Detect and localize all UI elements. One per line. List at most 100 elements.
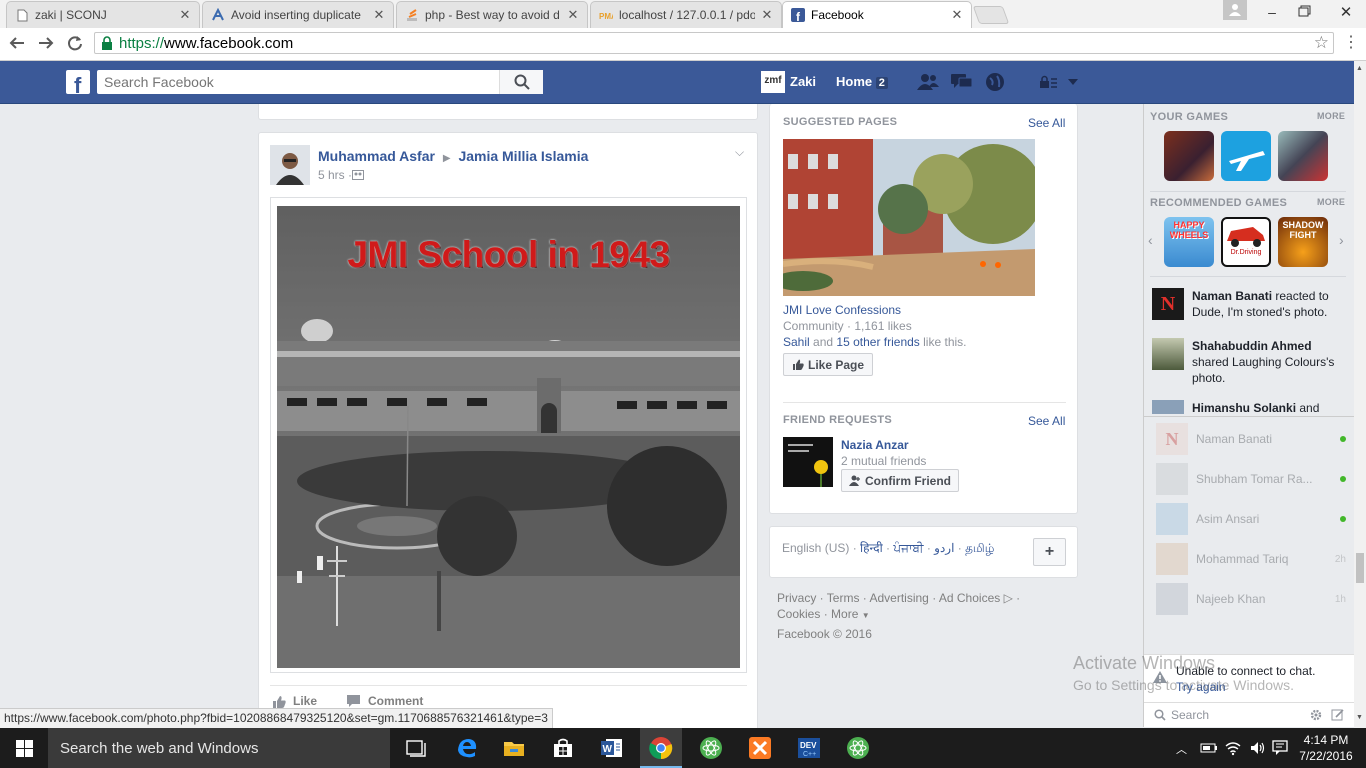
reload-icon[interactable] <box>66 34 84 52</box>
chrome-icon[interactable] <box>649 736 673 760</box>
minimize-icon[interactable]: – <box>1262 4 1282 20</box>
close-icon[interactable]: ✕ <box>951 7 963 23</box>
author-name[interactable]: Muhammad Asfar <box>318 148 435 164</box>
notifications-globe-icon[interactable] <box>985 72 1005 92</box>
chevron-right-icon[interactable]: › <box>1339 232 1344 248</box>
like-button[interactable]: Like <box>272 694 317 708</box>
forward-arrow-icon[interactable] <box>37 34 55 52</box>
comment-button[interactable]: Comment <box>347 694 423 708</box>
windows-start-icon[interactable] <box>16 740 33 757</box>
game-thumbnail-shadow-fight[interactable]: SHADOW FIGHT <box>1278 217 1328 267</box>
home-link[interactable]: Home 2 <box>836 74 888 89</box>
search-input[interactable] <box>97 71 497 93</box>
messages-icon[interactable] <box>950 72 974 92</box>
bookmark-star-icon[interactable]: ☆ <box>1314 33 1329 53</box>
menu-icon[interactable]: ⋮ <box>1343 34 1359 54</box>
post-options-chevron-icon[interactable]: ⌵ <box>735 145 744 160</box>
taskbar-clock[interactable]: 4:14 PM 7/22/2016 <box>1296 732 1356 764</box>
edge-icon[interactable] <box>455 736 479 760</box>
chevron-left-icon[interactable]: ‹ <box>1148 232 1153 248</box>
chat-contact[interactable]: Najeeb Khan 1h <box>1156 583 1346 615</box>
game-thumbnail-3[interactable] <box>1278 131 1328 181</box>
tab-avoid-inserting[interactable]: Avoid inserting duplicate ✕ <box>202 1 394 28</box>
gear-icon[interactable] <box>1309 708 1323 722</box>
like-page-button[interactable]: Like Page <box>783 353 873 376</box>
close-icon[interactable]: ✕ <box>179 7 191 23</box>
new-tab-button[interactable] <box>972 6 1010 24</box>
chat-contact[interactable]: Mohammad Tariq 2h <box>1156 543 1346 575</box>
battery-icon[interactable] <box>1200 742 1218 754</box>
post-time[interactable]: 5 hrs · <box>318 168 352 182</box>
language-hindi[interactable]: हिन्दी <box>860 541 883 555</box>
tab-phpmyadmin[interactable]: PMA localhost / 127.0.0.1 / pdo ✕ <box>590 1 782 28</box>
ticker-avatar-2[interactable] <box>1152 338 1184 370</box>
suggested-see-all[interactable]: See All <box>1028 116 1065 130</box>
chat-contact[interactable]: Asim Ansari <box>1156 503 1346 535</box>
footer-cookies[interactable]: Cookies <box>777 607 820 621</box>
friend-requests-icon[interactable] <box>916 72 940 92</box>
tab-facebook[interactable]: f Facebook ✕ <box>782 1 972 28</box>
language-urdu[interactable]: اردو <box>934 541 954 555</box>
file-explorer-icon[interactable] <box>502 736 526 760</box>
tab-php-best-way[interactable]: php - Best way to avoid d ✕ <box>396 1 588 28</box>
ticker-item-3[interactable]: Himanshu Solanki and <box>1192 400 1342 414</box>
chat-contact[interactable]: Shubham Tomar Ra... <box>1156 463 1346 495</box>
wifi-icon[interactable] <box>1224 740 1242 756</box>
suggested-page-photo[interactable] <box>783 139 1035 296</box>
chat-contact[interactable]: N Naman Banati <box>1156 423 1346 455</box>
ticker-item-1[interactable]: Naman Banati reacted to Dude, I'm stoned… <box>1192 288 1342 320</box>
tray-chevron-up-icon[interactable]: ︿ <box>1176 741 1187 757</box>
close-icon[interactable]: ✕ <box>373 7 385 23</box>
store-icon[interactable] <box>551 736 575 760</box>
author-avatar[interactable] <box>270 145 310 185</box>
tab-zaki-sconj[interactable]: zaki | SCONJ ✕ <box>6 1 200 28</box>
atom-icon-2[interactable] <box>846 736 870 760</box>
post-photo-frame[interactable]: JMI School in 1943 <box>270 197 747 673</box>
chat-search-input[interactable]: Search <box>1171 708 1209 722</box>
profile-link[interactable]: Zaki <box>790 74 816 89</box>
task-view-icon[interactable] <box>404 738 428 758</box>
avatar[interactable]: zmf <box>761 71 785 93</box>
footer-terms[interactable]: Terms <box>827 591 860 605</box>
close-icon[interactable]: ✕ <box>761 7 773 23</box>
back-arrow-icon[interactable] <box>8 34 26 52</box>
volume-icon[interactable] <box>1249 740 1267 756</box>
friend-link[interactable]: Sahil <box>783 335 810 349</box>
mutual-friends[interactable]: 2 mutual friends <box>841 454 926 468</box>
language-punjabi[interactable]: ਪੰਜਾਬੀ <box>893 541 923 555</box>
atom-icon[interactable] <box>699 736 723 760</box>
game-thumbnail-dr-driving[interactable]: Dr.Driving <box>1221 217 1271 267</box>
action-center-icon[interactable] <box>1272 740 1288 756</box>
profile-icon[interactable] <box>1223 0 1247 20</box>
game-thumbnail-2[interactable] <box>1221 131 1271 181</box>
your-games-more[interactable]: MORE <box>1317 111 1345 121</box>
footer-ad-choices[interactable]: Ad Choices <box>939 591 1000 605</box>
close-icon[interactable]: ✕ <box>567 7 579 23</box>
window-close-icon[interactable]: ✕ <box>1336 3 1356 21</box>
page-scrollbar[interactable]: ▲ ▼ <box>1354 61 1366 728</box>
xampp-icon[interactable] <box>748 736 772 760</box>
ticker-item-2[interactable]: Shahabuddin Ahmed shared Laughing Colour… <box>1192 338 1342 386</box>
word-icon[interactable]: W <box>600 736 624 760</box>
scrollbar-thumb[interactable] <box>1356 553 1364 583</box>
dev-cpp-icon[interactable]: DEV C++ <box>797 736 821 760</box>
requester-avatar[interactable] <box>783 437 833 487</box>
scroll-up-icon[interactable]: ▲ <box>1356 65 1363 72</box>
game-thumbnail-1[interactable] <box>1164 131 1214 181</box>
post-photo[interactable]: JMI School in 1943 <box>277 206 740 668</box>
requester-name[interactable]: Nazia Anzar <box>841 438 909 452</box>
address-bar[interactable]: https://www.facebook.com ☆ <box>94 32 1334 54</box>
confirm-friend-button[interactable]: Confirm Friend <box>841 469 959 492</box>
suggested-page-name[interactable]: JMI Love Confessions <box>783 303 901 317</box>
recommended-games-more[interactable]: MORE <box>1317 197 1345 207</box>
search-icon[interactable] <box>499 70 543 94</box>
group-name[interactable]: Jamia Millia Islamia <box>458 148 588 164</box>
ticker-avatar-1[interactable]: N <box>1152 288 1184 320</box>
compose-icon[interactable] <box>1331 708 1345 722</box>
footer-privacy[interactable]: Privacy <box>777 591 816 605</box>
ticker-avatar-3[interactable] <box>1152 400 1184 414</box>
taskbar-search[interactable]: Search the web and Windows <box>48 728 390 768</box>
add-language-button[interactable]: + <box>1033 538 1066 566</box>
footer-more[interactable]: More <box>831 607 858 621</box>
facebook-logo-icon[interactable]: f <box>66 70 90 94</box>
